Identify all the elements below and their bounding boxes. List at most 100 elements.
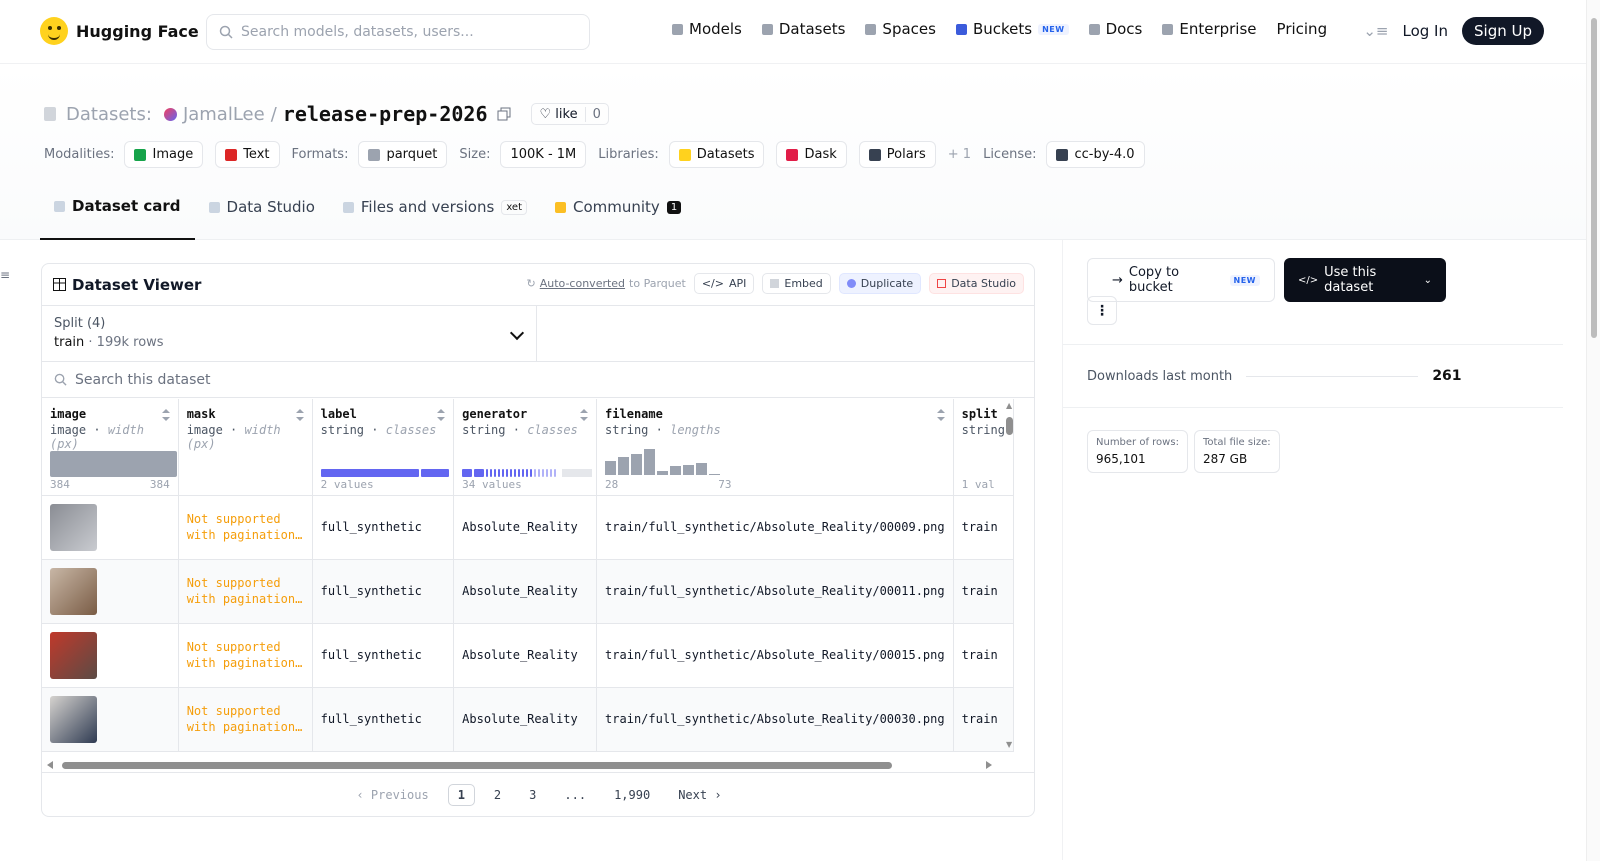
generator-cell[interactable]: Absolute_Reality — [453, 687, 598, 752]
like-button[interactable]: ♡ like 0 — [531, 103, 609, 125]
more-menu-icon[interactable]: ⌄≡ — [1363, 22, 1388, 40]
page-scrollbar[interactable] — [1586, 0, 1600, 861]
scroll-right-icon[interactable] — [986, 761, 992, 769]
sort-icon[interactable] — [437, 409, 446, 421]
column-header-image[interactable]: image image · width (px) 384 384 — [42, 399, 179, 496]
filename-cell[interactable]: train/full_synthetic/Absolute_Reality/00… — [596, 623, 954, 688]
image-cell[interactable] — [42, 495, 179, 560]
brand-logo[interactable]: Hugging Face — [40, 17, 199, 45]
sidebar-toggle-icon[interactable]: ≡ — [0, 268, 10, 282]
image-cell[interactable] — [42, 623, 179, 688]
copy-to-bucket-button[interactable]: → Copy to bucket NEW — [1087, 258, 1275, 302]
page-button[interactable]: 3 — [520, 785, 545, 805]
horizontal-scroll-thumb[interactable] — [62, 762, 892, 769]
library-datasets-chip[interactable]: Datasets — [668, 141, 765, 168]
dataset-search[interactable] — [42, 362, 1034, 398]
vertical-scroll-thumb[interactable] — [1006, 417, 1013, 435]
table-row[interactable]: Not supported with pagination… full_synth… — [42, 559, 1014, 624]
generator-cell[interactable]: Absolute_Reality — [453, 559, 598, 624]
page-button[interactable]: 2 — [485, 785, 510, 805]
modality-image-chip[interactable]: Image — [124, 141, 204, 168]
nav-datasets[interactable]: Datasets — [761, 20, 845, 38]
class-remainder — [562, 468, 593, 477]
library-dask-chip[interactable]: Dask — [776, 141, 847, 168]
auto-converted-link[interactable]: Auto-converted — [540, 277, 625, 290]
datasets-prefix[interactable]: Datasets: — [66, 104, 152, 125]
nav-pricing[interactable]: Pricing — [1277, 20, 1328, 38]
sort-icon[interactable] — [295, 409, 304, 421]
table-row[interactable]: Not supported with pagination… full_synth… — [42, 687, 1014, 752]
page-button[interactable]: 1,990 — [605, 785, 659, 805]
column-header-generator[interactable]: generator string · classes 34 values — [453, 399, 598, 496]
nav-models[interactable]: Models — [672, 20, 742, 38]
signup-button[interactable]: Sign Up — [1462, 17, 1544, 45]
column-type: string · classes — [320, 423, 437, 437]
vertical-scrollbar[interactable]: ▲ ▼ — [1004, 399, 1016, 749]
size-chip[interactable]: 100K - 1M — [500, 141, 587, 168]
like-label: ♡ like — [539, 106, 578, 122]
global-search[interactable] — [206, 14, 590, 50]
tab-community[interactable]: Community 1 — [541, 188, 695, 240]
modality-text-chip[interactable]: Text — [215, 141, 280, 168]
sort-icon[interactable] — [580, 409, 589, 421]
scroll-left-icon[interactable] — [47, 761, 53, 769]
label-cell[interactable]: full_synthetic — [312, 623, 455, 688]
tab-data-studio[interactable]: Data Studio — [195, 188, 329, 240]
formats-label: Formats: — [291, 147, 349, 162]
image-thumbnail[interactable] — [50, 503, 97, 551]
scroll-down-icon[interactable]: ▼ — [1006, 740, 1012, 749]
filename-cell[interactable]: train/full_synthetic/Absolute_Reality/00… — [596, 687, 954, 752]
data-studio-button[interactable]: Data Studio — [929, 273, 1024, 294]
image-thumbnail[interactable] — [50, 695, 97, 743]
nav-spaces[interactable]: Spaces — [865, 20, 936, 38]
table-row[interactable]: Not supported with pagination… full_synth… — [42, 495, 1014, 560]
generator-cell[interactable]: Absolute_Reality — [453, 495, 598, 560]
license-chip[interactable]: cc-by-4.0 — [1046, 141, 1145, 168]
use-dataset-button[interactable]: </> Use this dataset ⌄ — [1284, 258, 1446, 302]
page-scroll-thumb[interactable] — [1591, 18, 1597, 338]
tab-dataset-card[interactable]: Dataset card — [40, 188, 195, 240]
dataset-search-input[interactable] — [75, 371, 475, 388]
column-type: image · width (px) — [186, 423, 281, 451]
column-header-mask[interactable]: mask image · width (px) — [178, 399, 313, 496]
nav-docs[interactable]: Docs — [1088, 20, 1142, 38]
library-polars-chip[interactable]: Polars — [858, 141, 936, 168]
sort-icon[interactable] — [161, 409, 170, 421]
table-icon — [53, 278, 66, 291]
format-parquet-chip[interactable]: parquet — [358, 141, 448, 168]
embed-button[interactable]: Embed — [762, 273, 831, 294]
dataset-name[interactable]: release-prep-2026 — [283, 102, 488, 126]
next-page-button[interactable]: Next › — [669, 785, 730, 805]
column-header-filename[interactable]: filename string · lengths 28 73 — [596, 399, 954, 496]
column-header-label[interactable]: label string · classes 2 values — [312, 399, 455, 496]
image-cell[interactable] — [42, 559, 179, 624]
label-cell[interactable]: full_synthetic — [312, 559, 455, 624]
image-cell[interactable] — [42, 687, 179, 752]
global-search-input[interactable] — [241, 24, 561, 40]
table-row[interactable]: Not supported with pagination… full_synth… — [42, 623, 1014, 688]
mask-cell: Not supported with pagination… — [178, 559, 313, 624]
horizontal-scrollbar[interactable] — [47, 759, 1002, 771]
copy-icon[interactable] — [497, 107, 511, 121]
more-libraries[interactable]: + 1 — [948, 147, 971, 162]
nav-enterprise[interactable]: Enterprise — [1162, 20, 1257, 38]
generator-cell[interactable]: Absolute_Reality — [453, 623, 598, 688]
nav-buckets[interactable]: Buckets NEW — [955, 20, 1069, 38]
api-button[interactable]: </> API — [693, 273, 755, 294]
tab-files-and-versions[interactable]: Files and versions xet — [329, 188, 541, 240]
filename-cell[interactable]: train/full_synthetic/Absolute_Reality/00… — [596, 559, 954, 624]
sort-icon[interactable] — [936, 409, 945, 421]
label-cell[interactable]: full_synthetic — [312, 495, 455, 560]
split-selector[interactable]: Split (4) train · 199k rows — [42, 306, 537, 361]
label-cell[interactable]: full_synthetic — [312, 687, 455, 752]
owner-link[interactable]: JamalLee — [183, 104, 265, 125]
image-thumbnail[interactable] — [50, 631, 97, 679]
prev-page-button[interactable]: ‹ Previous — [347, 785, 437, 805]
image-thumbnail[interactable] — [50, 567, 97, 615]
filename-cell[interactable]: train/full_synthetic/Absolute_Reality/00… — [596, 495, 954, 560]
duplicate-button[interactable]: Duplicate — [838, 273, 922, 294]
scroll-up-icon[interactable]: ▲ — [1006, 401, 1012, 410]
more-options-button[interactable]: ⋮ — [1087, 296, 1117, 325]
page-button[interactable]: 1 — [447, 784, 475, 806]
login-link[interactable]: Log In — [1403, 22, 1449, 40]
